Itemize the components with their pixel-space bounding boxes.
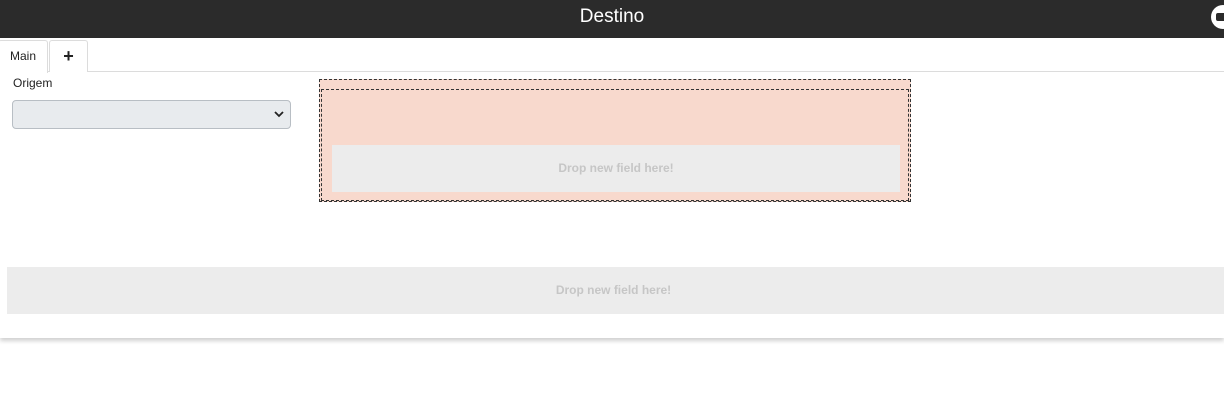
drop-field-bottom-label: Drop new field here! xyxy=(555,283,672,297)
add-tab-button[interactable]: + xyxy=(49,40,88,72)
origem-select[interactable] xyxy=(12,100,291,129)
drop-field-target[interactable]: Drop new field here! xyxy=(332,145,900,192)
drop-zone-row[interactable]: Drop new field here! xyxy=(321,89,909,201)
origem-label: Origem xyxy=(13,76,53,90)
tab-main[interactable]: Main xyxy=(0,40,48,73)
page-title: Destino xyxy=(579,6,645,27)
form-panel: Main + Origem Drop new field here! Drop … xyxy=(0,38,1224,338)
top-bar: Destino xyxy=(0,0,1224,38)
chevron-down-icon xyxy=(274,111,284,118)
drop-zone-container[interactable]: Drop new field here! xyxy=(319,79,911,202)
tab-bar: Main + xyxy=(0,38,1224,73)
drop-field-target-bottom[interactable]: Drop new field here! xyxy=(7,267,1224,314)
